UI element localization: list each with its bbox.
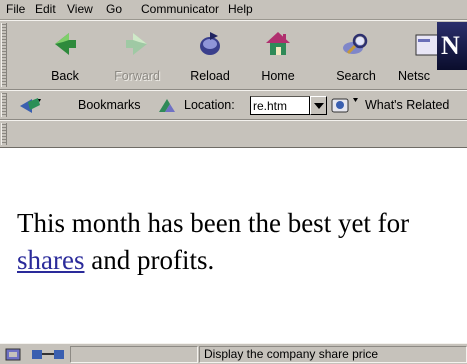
page-content: This month has been the best yet for sha… xyxy=(0,149,467,343)
online-status-icon[interactable] xyxy=(30,346,66,363)
location-input[interactable] xyxy=(250,96,310,115)
toolbar-grip[interactable] xyxy=(1,23,7,87)
menu-go[interactable]: Go xyxy=(106,2,122,16)
back-label: Back xyxy=(51,69,79,83)
paragraph-text-end: and profits. xyxy=(84,245,215,275)
home-icon xyxy=(266,32,290,55)
menu-edit[interactable]: Edit xyxy=(35,2,56,16)
menu-bar: File Edit View Go Communicator Help xyxy=(0,0,467,20)
status-message: Display the company share price xyxy=(204,347,379,361)
status-progress-panel xyxy=(70,346,198,363)
menu-file[interactable]: File xyxy=(6,2,25,16)
bookmarks-label[interactable]: Bookmarks xyxy=(78,98,141,112)
search-label: Search xyxy=(336,69,376,83)
personal-toolbar-grip[interactable] xyxy=(1,123,7,145)
back-button[interactable]: Back xyxy=(39,25,91,87)
menu-help[interactable]: Help xyxy=(228,2,253,16)
netscape-label: Netsc xyxy=(398,69,430,83)
search-button[interactable]: Search xyxy=(330,25,382,87)
location-icon[interactable] xyxy=(157,97,177,114)
forward-button[interactable]: Forward xyxy=(111,25,163,87)
personal-toolbar xyxy=(0,120,467,148)
netscape-button[interactable]: Netsc xyxy=(396,25,437,87)
reload-button[interactable]: Reload xyxy=(184,25,236,87)
location-toolbar-grip[interactable] xyxy=(1,93,7,117)
forward-arrow-icon xyxy=(126,33,147,55)
back-arrow-icon xyxy=(55,33,76,55)
search-icon xyxy=(343,33,368,55)
shares-link[interactable]: shares xyxy=(17,245,84,275)
location-toolbar: Bookmarks Location: What's Related xyxy=(0,90,467,120)
location-label: Location: xyxy=(184,98,235,112)
paragraph-text-start: This month has been the best yet for xyxy=(17,208,410,238)
forward-label: Forward xyxy=(114,69,160,83)
reload-label: Reload xyxy=(190,69,230,83)
netscape-page-icon xyxy=(415,34,437,56)
bookmarks-icon[interactable] xyxy=(18,96,42,114)
page-paragraph: This month has been the best yet for sha… xyxy=(17,205,457,279)
netscape-logo-letter: N xyxy=(441,31,460,60)
navigation-toolbar: Back Forward Reload Home Search Netsc xyxy=(0,20,467,90)
reload-icon xyxy=(200,32,220,55)
whats-related-label[interactable]: What's Related xyxy=(365,98,449,112)
menu-view[interactable]: View xyxy=(67,2,93,16)
netscape-logo[interactable]: N xyxy=(437,22,467,70)
location-dropdown-button[interactable] xyxy=(310,96,327,115)
menu-communicator[interactable]: Communicator xyxy=(141,2,219,16)
home-button[interactable]: Home xyxy=(252,25,304,87)
security-lock-icon[interactable] xyxy=(4,346,22,363)
home-label: Home xyxy=(261,69,295,83)
whats-related-icon[interactable] xyxy=(330,95,360,115)
status-bar: Display the company share price xyxy=(0,343,467,364)
